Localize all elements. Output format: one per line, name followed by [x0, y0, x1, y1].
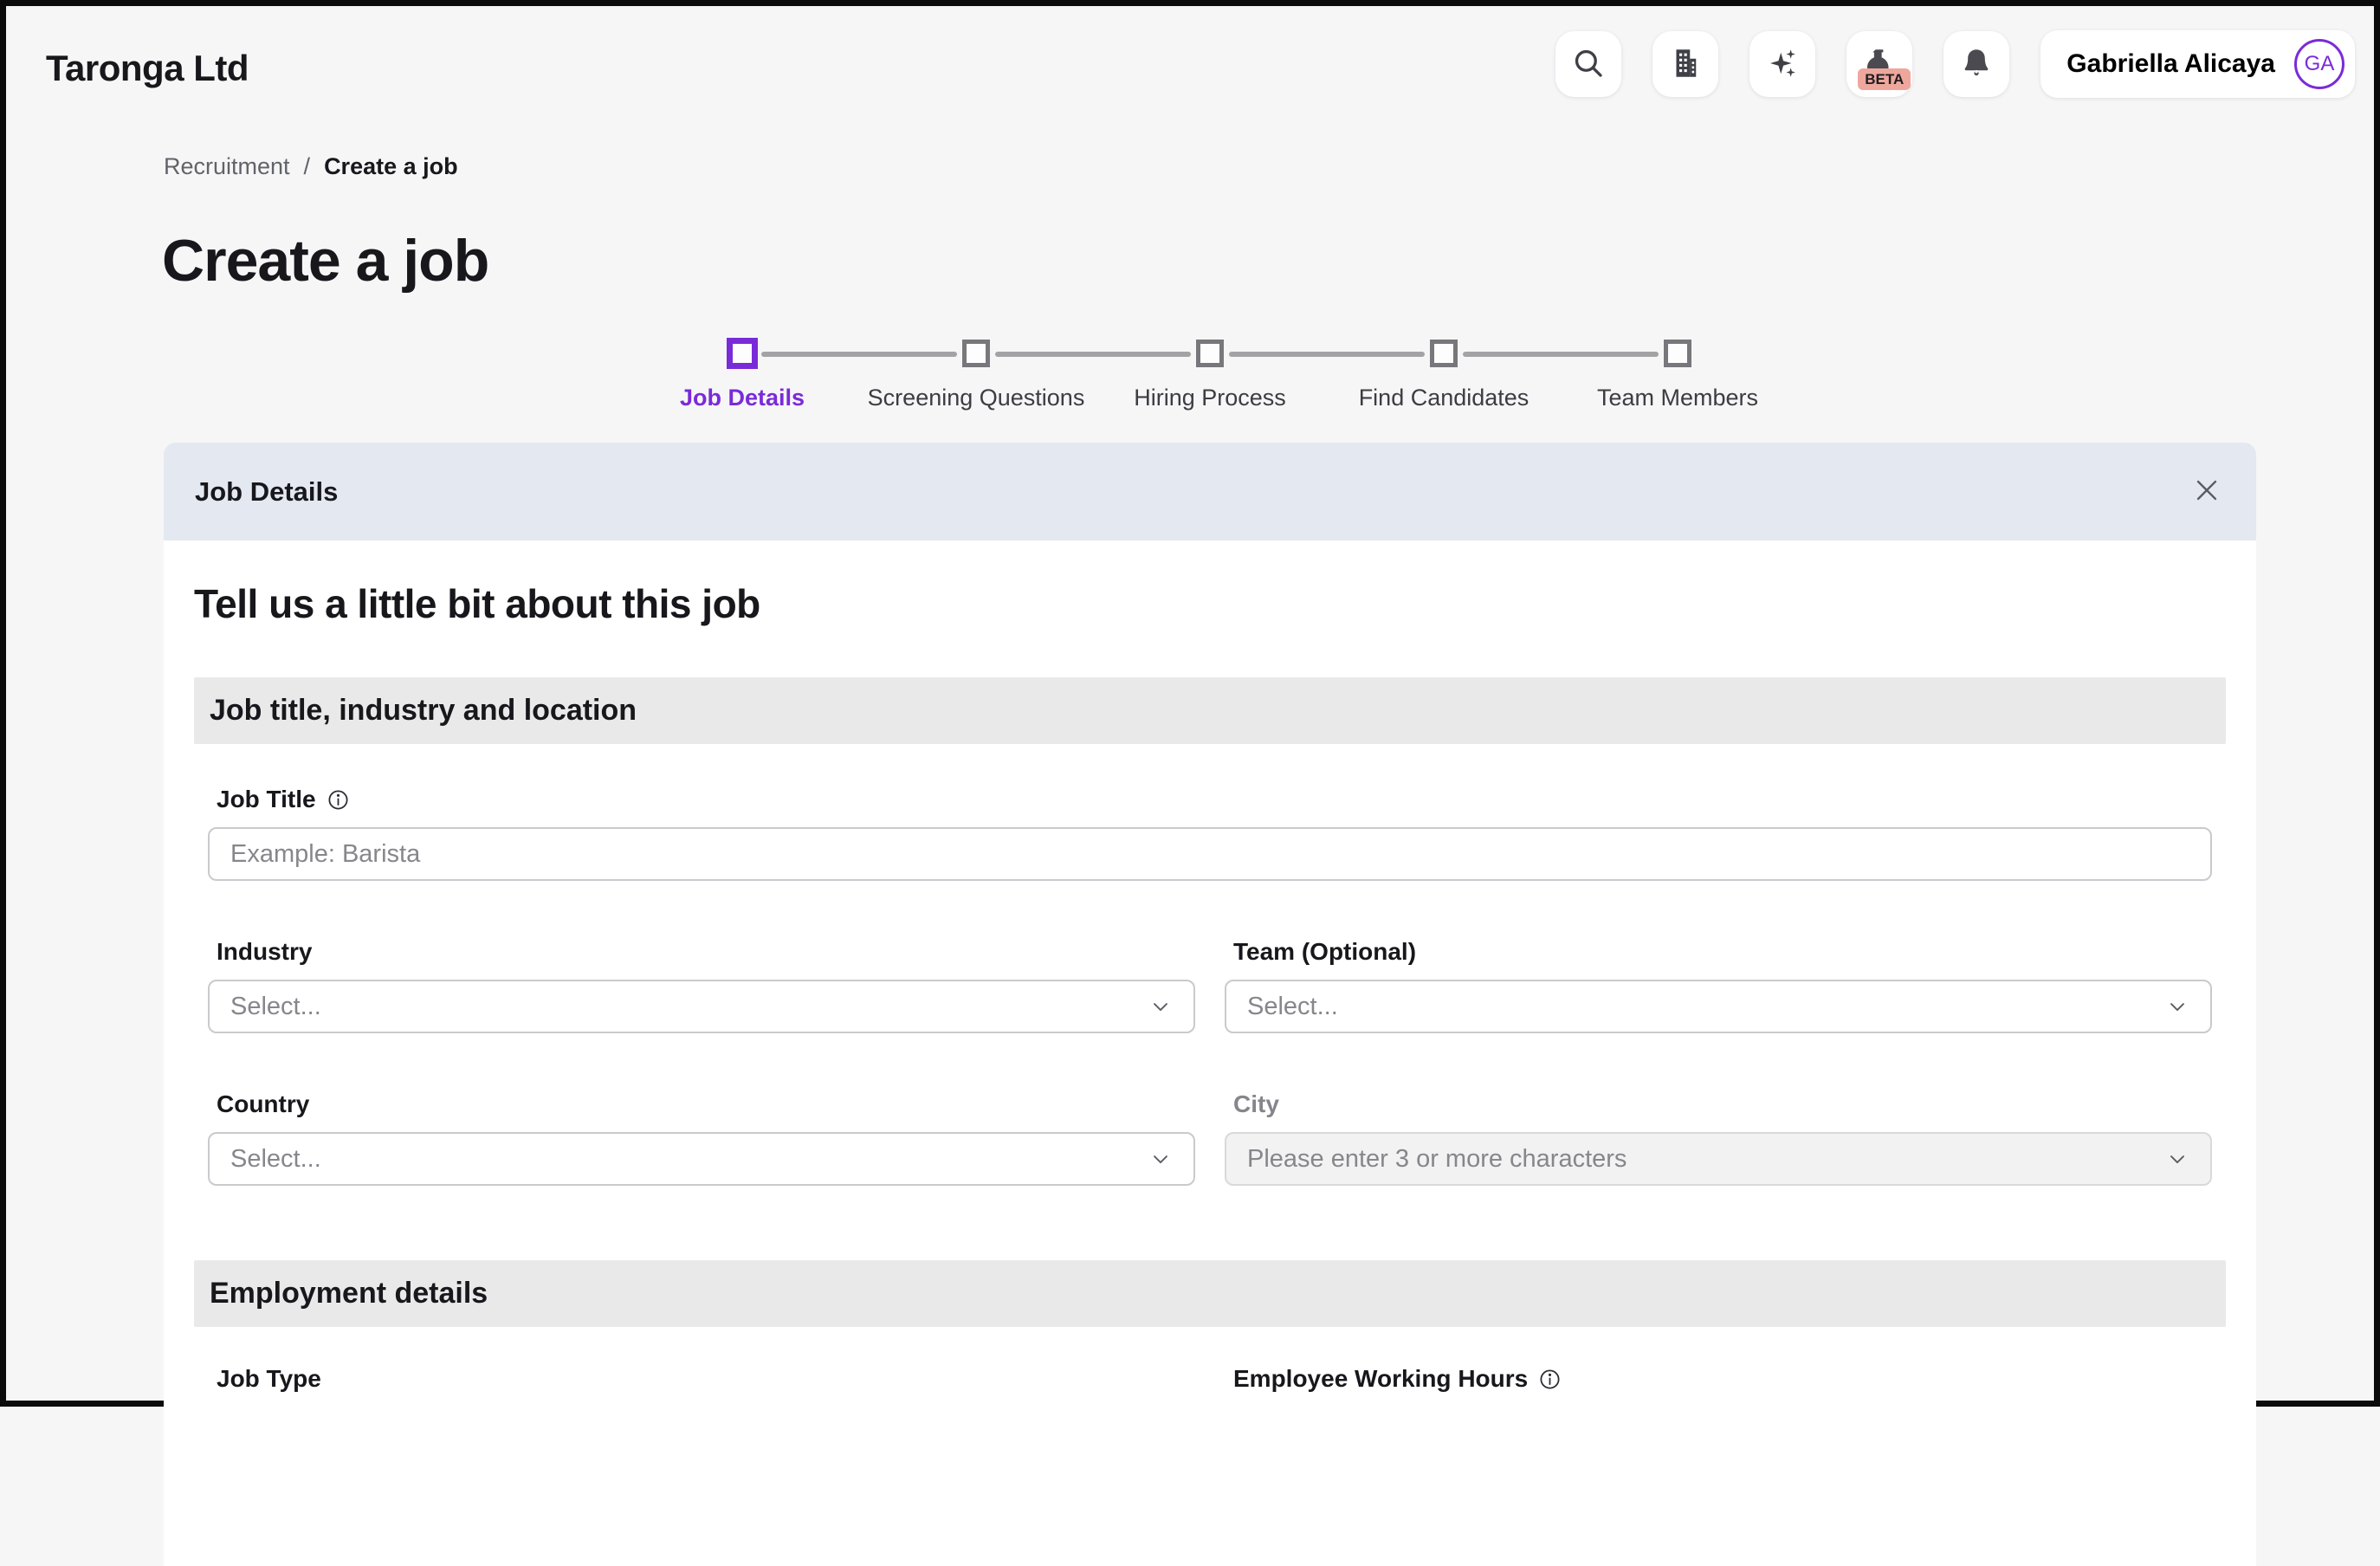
step-screening-questions[interactable]: Screening Questions	[859, 340, 1093, 411]
country-field: Country Select...	[208, 1090, 1195, 1186]
info-icon[interactable]	[1538, 1368, 1562, 1391]
ai-assistant-button[interactable]	[1749, 31, 1815, 97]
panel-heading: Tell us a little bit about this job	[194, 580, 2226, 627]
beta-badge: BETA	[1858, 68, 1911, 90]
country-label: Country	[208, 1090, 1195, 1118]
organisation-button[interactable]	[1652, 31, 1718, 97]
step-team-members[interactable]: Team Members	[1561, 340, 1795, 411]
step-dot	[1664, 340, 1691, 367]
avatar: GA	[2294, 39, 2344, 89]
chevron-down-icon	[1148, 994, 1173, 1019]
notifications-button[interactable]	[1943, 31, 2009, 97]
step-connector	[761, 352, 957, 357]
step-dot	[1196, 340, 1224, 367]
info-icon[interactable]	[327, 788, 350, 812]
breadcrumb-separator: /	[304, 153, 311, 180]
section-employment-details: Employment details	[194, 1260, 2226, 1327]
step-job-details[interactable]: Job Details	[625, 340, 859, 411]
team-field: Team (Optional) Select...	[1225, 938, 2212, 1033]
team-select[interactable]: Select...	[1225, 980, 2212, 1033]
step-connector	[1463, 352, 1659, 357]
sparkles-icon	[1764, 45, 1801, 84]
industry-label: Industry	[208, 938, 1195, 966]
city-label: City	[1225, 1090, 2212, 1118]
step-find-candidates[interactable]: Find Candidates	[1327, 340, 1561, 411]
bell-icon	[1958, 45, 1995, 84]
chevron-down-icon	[2165, 994, 2189, 1019]
search-icon	[1570, 45, 1607, 84]
company-name: Taronga Ltd	[46, 48, 249, 89]
panel-title: Job Details	[195, 476, 338, 508]
panel-header: Job Details	[164, 443, 2256, 540]
page-title: Create a job	[162, 227, 2374, 294]
top-bar: Taronga Ltd	[6, 6, 2374, 98]
step-connector	[1229, 352, 1425, 357]
city-field: City Please enter 3 or more characters	[1225, 1090, 2212, 1186]
section-job-title-industry-location: Job title, industry and location	[194, 677, 2226, 744]
step-dot	[727, 338, 758, 369]
search-button[interactable]	[1555, 31, 1621, 97]
industry-select[interactable]: Select...	[208, 980, 1195, 1033]
close-button[interactable]	[2189, 472, 2225, 511]
panel-body: Tell us a little bit about this job Job …	[164, 540, 2256, 1566]
breadcrumb-recruitment[interactable]: Recruitment	[164, 153, 290, 180]
step-dot	[1430, 340, 1458, 367]
country-select[interactable]: Select...	[208, 1132, 1195, 1186]
wizard-stepper: Job Details Screening Questions Hiring P…	[164, 340, 2256, 411]
step-dot	[962, 340, 990, 367]
breadcrumb-current: Create a job	[324, 153, 458, 180]
job-details-panel: Job Details Tell us a little bit about t…	[164, 443, 2256, 1566]
job-type-label: Job Type	[208, 1365, 1195, 1393]
job-title-input[interactable]	[208, 827, 2212, 881]
top-bar-actions: BETA Gabriella Alicaya GA	[1555, 30, 2355, 98]
employee-working-hours-label: Employee Working Hours	[1225, 1365, 2212, 1393]
user-name: Gabriella Alicaya	[2066, 49, 2275, 79]
industry-field: Industry Select...	[208, 938, 1195, 1033]
chevron-down-icon	[2165, 1147, 2189, 1171]
labs-button[interactable]: BETA	[1846, 31, 1912, 97]
team-label: Team (Optional)	[1225, 938, 2212, 966]
job-title-label: Job Title	[208, 786, 2212, 813]
step-hiring-process[interactable]: Hiring Process	[1093, 340, 1327, 411]
close-icon	[2192, 476, 2222, 508]
chevron-down-icon	[1148, 1147, 1173, 1171]
step-connector	[995, 352, 1191, 357]
building-icon	[1667, 45, 1704, 84]
breadcrumb: Recruitment / Create a job	[164, 153, 2374, 180]
city-select: Please enter 3 or more characters	[1225, 1132, 2212, 1186]
user-menu-button[interactable]: Gabriella Alicaya GA	[2040, 30, 2355, 98]
